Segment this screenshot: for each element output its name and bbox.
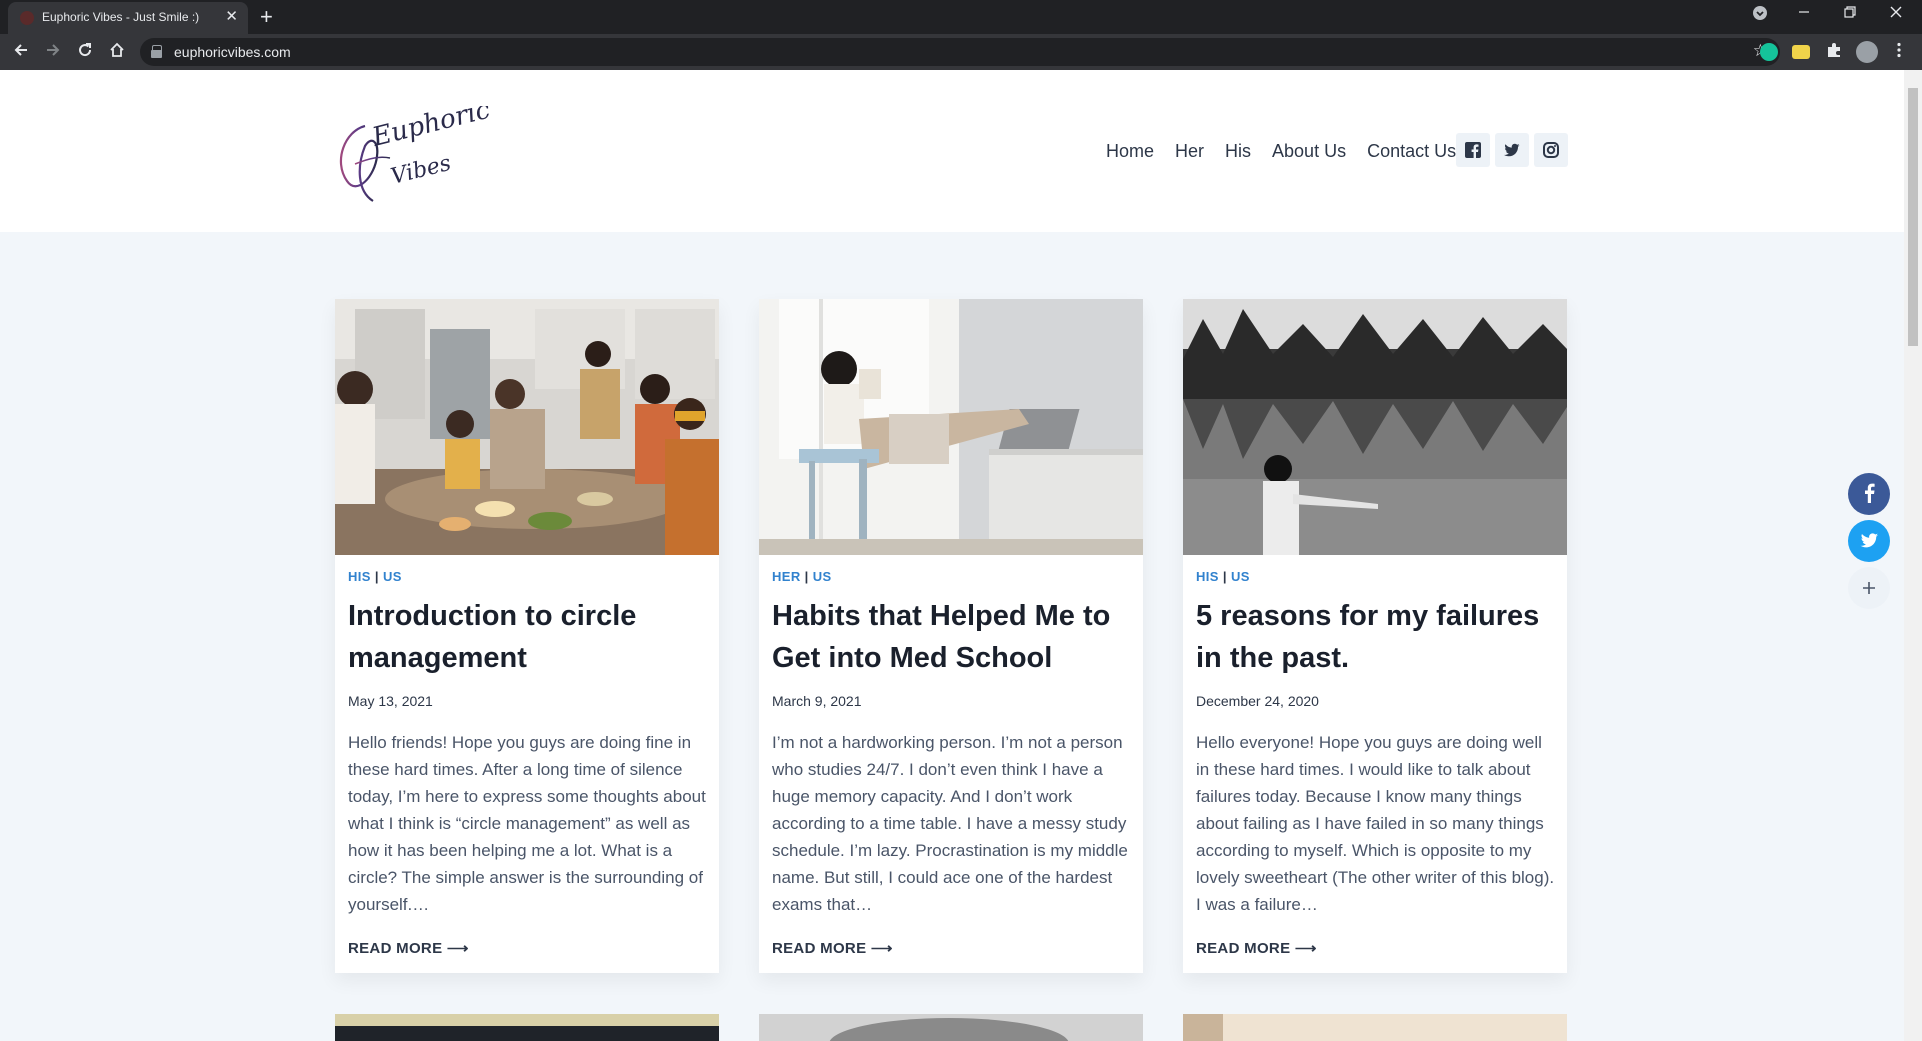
share-facebook-icon[interactable] [1848,473,1890,515]
post-thumbnail-lake-bw[interactable] [1183,299,1567,555]
category-link[interactable]: HIS [1196,569,1219,584]
url-text: euphoricvibes.com [174,44,291,60]
post-date: December 24, 2020 [1196,693,1319,709]
extension-icon[interactable] [1792,45,1810,59]
nav-home[interactable]: Home [1106,140,1154,162]
restore-icon[interactable] [1836,5,1864,25]
tab-title: Euphoric Vibes - Just Smile :) [42,10,200,24]
tab-search-icon[interactable] [1746,5,1774,27]
share-twitter-icon[interactable] [1848,520,1890,562]
share-more-icon[interactable] [1848,567,1890,609]
web-page: Euphoric Vibes Home Her His About Us Con… [0,70,1904,1041]
header-facebook-icon[interactable] [1456,133,1490,167]
post-date: May 13, 2021 [348,693,433,709]
tab-close-icon[interactable]: ✕ [225,8,238,26]
new-tab-button[interactable]: + [260,3,273,31]
logo-text-euphoric: Euphoric [368,106,493,153]
post-thumbnail-next-row[interactable] [335,1014,719,1041]
category-link[interactable]: HIS [348,569,371,584]
post-card: HIS | US Introduction to circle manageme… [335,299,719,973]
post-thumbnail-next-row[interactable] [759,1014,1143,1041]
page-scrollbar[interactable] [1904,70,1922,1041]
nav-her[interactable]: Her [1175,140,1204,162]
post-thumbnail-family-kitchen[interactable] [335,299,719,555]
read-more-link[interactable]: READ MORE ⟶ [1196,939,1317,957]
post-thumbnail-next-row[interactable] [1183,1014,1567,1041]
category-link[interactable]: US [813,569,832,584]
post-title[interactable]: 5 reasons for my failures in the past. [1196,595,1556,679]
address-bar[interactable]: euphoricvibes.com ☆ [140,38,1780,66]
post-title[interactable]: Habits that Helped Me to Get into Med Sc… [772,595,1132,679]
browser-toolbar: euphoricvibes.com ☆ [0,34,1922,70]
post-excerpt: Hello friends! Hope you guys are doing f… [348,733,706,914]
category-link[interactable]: US [1231,569,1250,584]
minimize-icon[interactable] [1790,5,1818,25]
close-window-icon[interactable] [1882,5,1910,25]
profile-avatar[interactable] [1856,41,1878,63]
scrollbar-thumb[interactable] [1908,88,1918,346]
home-icon[interactable] [106,41,128,63]
post-card: HIS | US 5 reasons for my failures in th… [1183,299,1567,973]
post-excerpt: Hello everyone! Hope you guys are doing … [1196,733,1555,914]
browser-tab-bar: Euphoric Vibes - Just Smile :) ✕ + [0,0,1922,34]
nav-about-us[interactable]: About Us [1272,140,1346,162]
grammarly-extension-icon[interactable] [1760,43,1778,61]
logo-text-vibes: Vibes [388,151,453,190]
category-link[interactable]: HER [772,569,801,584]
back-icon[interactable] [10,41,32,63]
nav-contact-us[interactable]: Contact Us [1367,140,1456,162]
site-logo[interactable]: Euphoric Vibes [335,95,495,216]
post-thumbnail-woman-reading[interactable] [759,299,1143,555]
chrome-menu-icon[interactable] [1888,41,1910,63]
post-title[interactable]: Introduction to circle management [348,595,708,679]
read-more-link[interactable]: READ MORE ⟶ [772,939,893,957]
post-categories: HIS | US [348,569,402,584]
post-excerpt: I’m not a hardworking person. I’m not a … [772,733,1128,914]
forward-icon[interactable] [42,41,64,63]
favicon-icon [20,11,34,25]
header-instagram-icon[interactable] [1534,133,1568,167]
reload-icon[interactable] [74,41,96,63]
post-card: HER | US Habits that Helped Me to Get in… [759,299,1143,973]
site-header: Euphoric Vibes Home Her His About Us Con… [0,70,1904,232]
browser-tab[interactable]: Euphoric Vibes - Just Smile :) ✕ [8,2,248,34]
post-categories: HIS | US [1196,569,1250,584]
post-categories: HER | US [772,569,832,584]
main-navigation: Home Her His About Us Contact Us [1106,140,1477,162]
post-date: March 9, 2021 [772,693,862,709]
nav-his[interactable]: His [1225,140,1251,162]
header-twitter-icon[interactable] [1495,133,1529,167]
category-link[interactable]: US [383,569,402,584]
read-more-link[interactable]: READ MORE ⟶ [348,939,469,957]
extensions-puzzle-icon[interactable] [1823,41,1845,63]
